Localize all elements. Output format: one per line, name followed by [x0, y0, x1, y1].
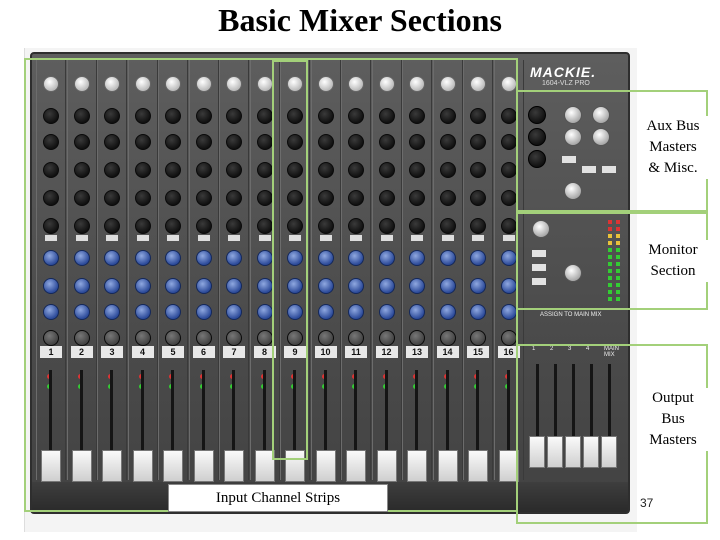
- model-label: 1604-VLZ PRO: [542, 80, 590, 87]
- slide-title: Basic Mixer Sections: [218, 2, 502, 38]
- monitor-label-line: Section: [650, 263, 696, 279]
- output-bus-label: Output Bus Masters: [638, 388, 708, 451]
- aux-bus-label-line: & Misc.: [648, 160, 698, 176]
- page-number: 37: [640, 496, 654, 510]
- output-label-line: Bus: [661, 411, 685, 427]
- aux-bus-label-line: Aux Bus: [646, 118, 700, 134]
- output-label-line: Masters: [649, 432, 697, 448]
- aux-bus-label-line: Masters: [649, 139, 697, 155]
- output-label-line: Output: [652, 390, 694, 406]
- monitor-label-line: Monitor: [648, 242, 698, 258]
- input-strips-outline: [24, 58, 518, 512]
- strip-highlight-outline: [272, 60, 308, 460]
- aux-bus-label: Aux Bus Masters & Misc.: [638, 116, 708, 179]
- input-strips-label: Input Channel Strips: [168, 484, 388, 512]
- brand-logo: MACKIE.: [530, 64, 597, 80]
- assign-label: ASSIGN TO MAIN MIX: [540, 312, 602, 318]
- monitor-section-label: Monitor Section: [638, 240, 708, 282]
